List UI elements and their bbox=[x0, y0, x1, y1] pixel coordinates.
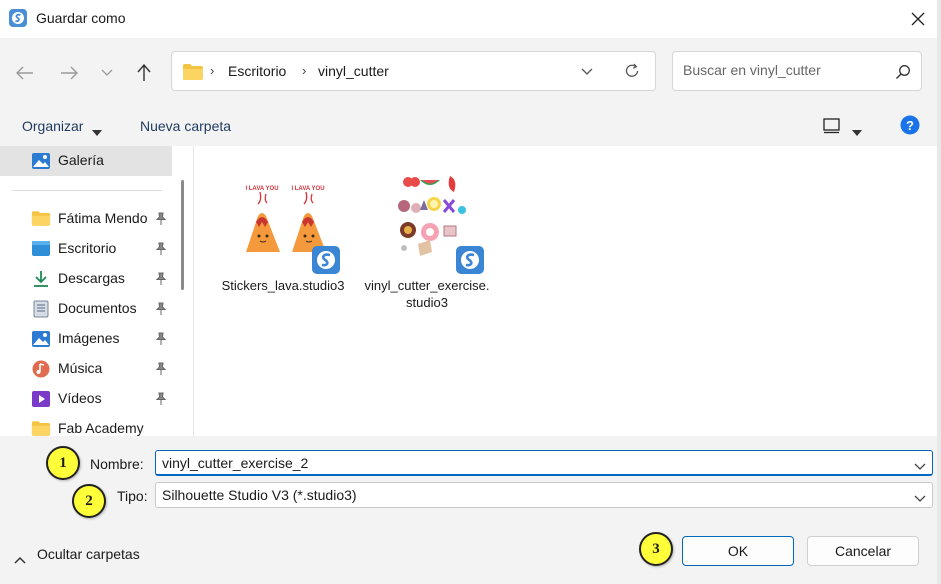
breadcrumb-vinyl-cutter[interactable]: vinyl_cutter bbox=[318, 63, 389, 79]
sidebar-item-galeria[interactable]: Galería bbox=[0, 146, 172, 176]
save-options-panel: 1 Nombre: vinyl_cutter_exercise_2 2 Tipo… bbox=[0, 436, 941, 584]
search-input[interactable] bbox=[683, 62, 883, 78]
chevron-down-icon[interactable] bbox=[914, 490, 926, 506]
sidebar-item-label: Descargas bbox=[58, 270, 125, 286]
sidebar-item-musica[interactable]: Música bbox=[0, 354, 172, 384]
pin-icon bbox=[155, 362, 167, 379]
sidebar-item-label: Imágenes bbox=[58, 330, 120, 346]
refresh-icon[interactable] bbox=[624, 63, 640, 82]
window-title: Guardar como bbox=[36, 10, 126, 26]
gallery-icon bbox=[31, 152, 51, 170]
annotation-marker-3: 3 bbox=[639, 532, 673, 566]
pin-icon bbox=[155, 392, 167, 409]
navigation-pane: Galería Fátima Mendo Escritorio Descarga… bbox=[0, 146, 188, 436]
window-edge bbox=[937, 0, 941, 584]
organize-button[interactable]: Organizar bbox=[22, 118, 83, 134]
help-icon[interactable]: ? bbox=[900, 115, 920, 138]
pin-icon bbox=[155, 242, 167, 259]
breadcrumb-separator: › bbox=[302, 63, 307, 78]
download-icon bbox=[31, 270, 51, 288]
videos-icon bbox=[31, 390, 51, 408]
sidebar-item-label: Música bbox=[58, 360, 103, 376]
silhouette-app-icon bbox=[456, 246, 484, 274]
search-box[interactable] bbox=[672, 51, 922, 91]
sidebar-item-label: Escritorio bbox=[58, 240, 117, 256]
svg-text:?: ? bbox=[906, 118, 914, 133]
close-icon[interactable] bbox=[905, 6, 931, 32]
sidebar-item-descargas[interactable]: Descargas bbox=[0, 264, 172, 294]
breadcrumb-separator: › bbox=[210, 63, 215, 78]
thumbnail-caption-right: I LAVA YOU bbox=[291, 186, 324, 192]
sidebar-item-documentos[interactable]: Documentos bbox=[0, 294, 172, 324]
annotation-marker-2: 2 bbox=[72, 484, 106, 518]
ok-button[interactable]: OK bbox=[682, 536, 794, 566]
pin-icon bbox=[155, 212, 167, 229]
folder-icon bbox=[182, 63, 204, 84]
sidebar-item-label: Vídeos bbox=[58, 390, 102, 406]
sidebar-item-fab-academy[interactable]: Fab Academy bbox=[0, 414, 172, 436]
silhouette-app-icon bbox=[9, 9, 27, 27]
name-label: Nombre: bbox=[90, 456, 144, 472]
file-type-select[interactable]: Silhouette Studio V3 (*.studio3) bbox=[155, 482, 933, 508]
pane-divider[interactable] bbox=[193, 146, 194, 436]
pin-icon bbox=[155, 332, 167, 349]
file-type-value[interactable]: Silhouette Studio V3 (*.studio3) bbox=[162, 487, 357, 503]
navigation-bar: › Escritorio › vinyl_cutter bbox=[0, 38, 941, 106]
music-icon bbox=[31, 360, 51, 378]
caret-down-icon[interactable] bbox=[852, 123, 862, 139]
arrow-up-icon[interactable] bbox=[133, 62, 155, 84]
folder-icon bbox=[31, 210, 51, 228]
documents-icon bbox=[31, 300, 51, 318]
sidebar-item-imagenes[interactable]: Imágenes bbox=[0, 324, 172, 354]
address-bar[interactable]: › Escritorio › vinyl_cutter bbox=[171, 51, 656, 91]
chevron-down-icon[interactable] bbox=[96, 62, 118, 84]
caret-down-icon[interactable] bbox=[92, 123, 102, 139]
search-icon[interactable] bbox=[895, 64, 911, 83]
pin-icon bbox=[155, 272, 167, 289]
file-name: Stickers_lava.studio3 bbox=[221, 278, 345, 293]
annotation-marker-1: 1 bbox=[46, 446, 80, 480]
pin-icon bbox=[155, 302, 167, 319]
sidebar-item-label: Fátima Mendo bbox=[58, 210, 148, 226]
cancel-button[interactable]: Cancelar bbox=[807, 536, 919, 566]
chevron-down-icon[interactable] bbox=[914, 458, 926, 474]
sidebar-item-escritorio[interactable]: Escritorio bbox=[0, 234, 172, 264]
sidebar-item-label: Documentos bbox=[58, 300, 137, 316]
view-mode-icon[interactable] bbox=[823, 118, 841, 137]
silhouette-app-icon bbox=[312, 246, 340, 274]
sidebar-item-label: Galería bbox=[58, 152, 104, 168]
arrow-right-icon[interactable] bbox=[58, 62, 80, 84]
command-bar: Organizar Nueva carpeta bbox=[0, 106, 941, 146]
file-name: vinyl_cutter_exercise.studio3 bbox=[364, 278, 490, 310]
hide-folders-label: Ocultar carpetas bbox=[37, 546, 140, 562]
sidebar-item-label: Fab Academy bbox=[58, 420, 144, 436]
filename-value[interactable]: vinyl_cutter_exercise_2 bbox=[162, 455, 308, 471]
thumbnail-caption-left: I LAVA YOU bbox=[245, 186, 278, 192]
new-folder-button[interactable]: Nueva carpeta bbox=[140, 118, 231, 134]
sidebar-item-videos[interactable]: Vídeos bbox=[0, 384, 172, 414]
sidebar-divider bbox=[12, 190, 162, 191]
filename-field[interactable]: vinyl_cutter_exercise_2 bbox=[155, 450, 933, 476]
sidebar-scrollbar[interactable] bbox=[181, 180, 184, 290]
sidebar-item-fatima[interactable]: Fátima Mendo bbox=[0, 204, 172, 234]
chevron-down-icon[interactable] bbox=[580, 64, 594, 81]
type-label: Tipo: bbox=[117, 488, 148, 504]
chevron-up-icon bbox=[14, 551, 26, 567]
arrow-left-icon[interactable] bbox=[14, 62, 36, 84]
title-bar: Guardar como bbox=[0, 0, 941, 38]
desktop-icon bbox=[31, 240, 51, 258]
folder-icon bbox=[31, 420, 51, 436]
pictures-icon bbox=[31, 330, 51, 348]
breadcrumb-escritorio[interactable]: Escritorio bbox=[228, 63, 286, 79]
